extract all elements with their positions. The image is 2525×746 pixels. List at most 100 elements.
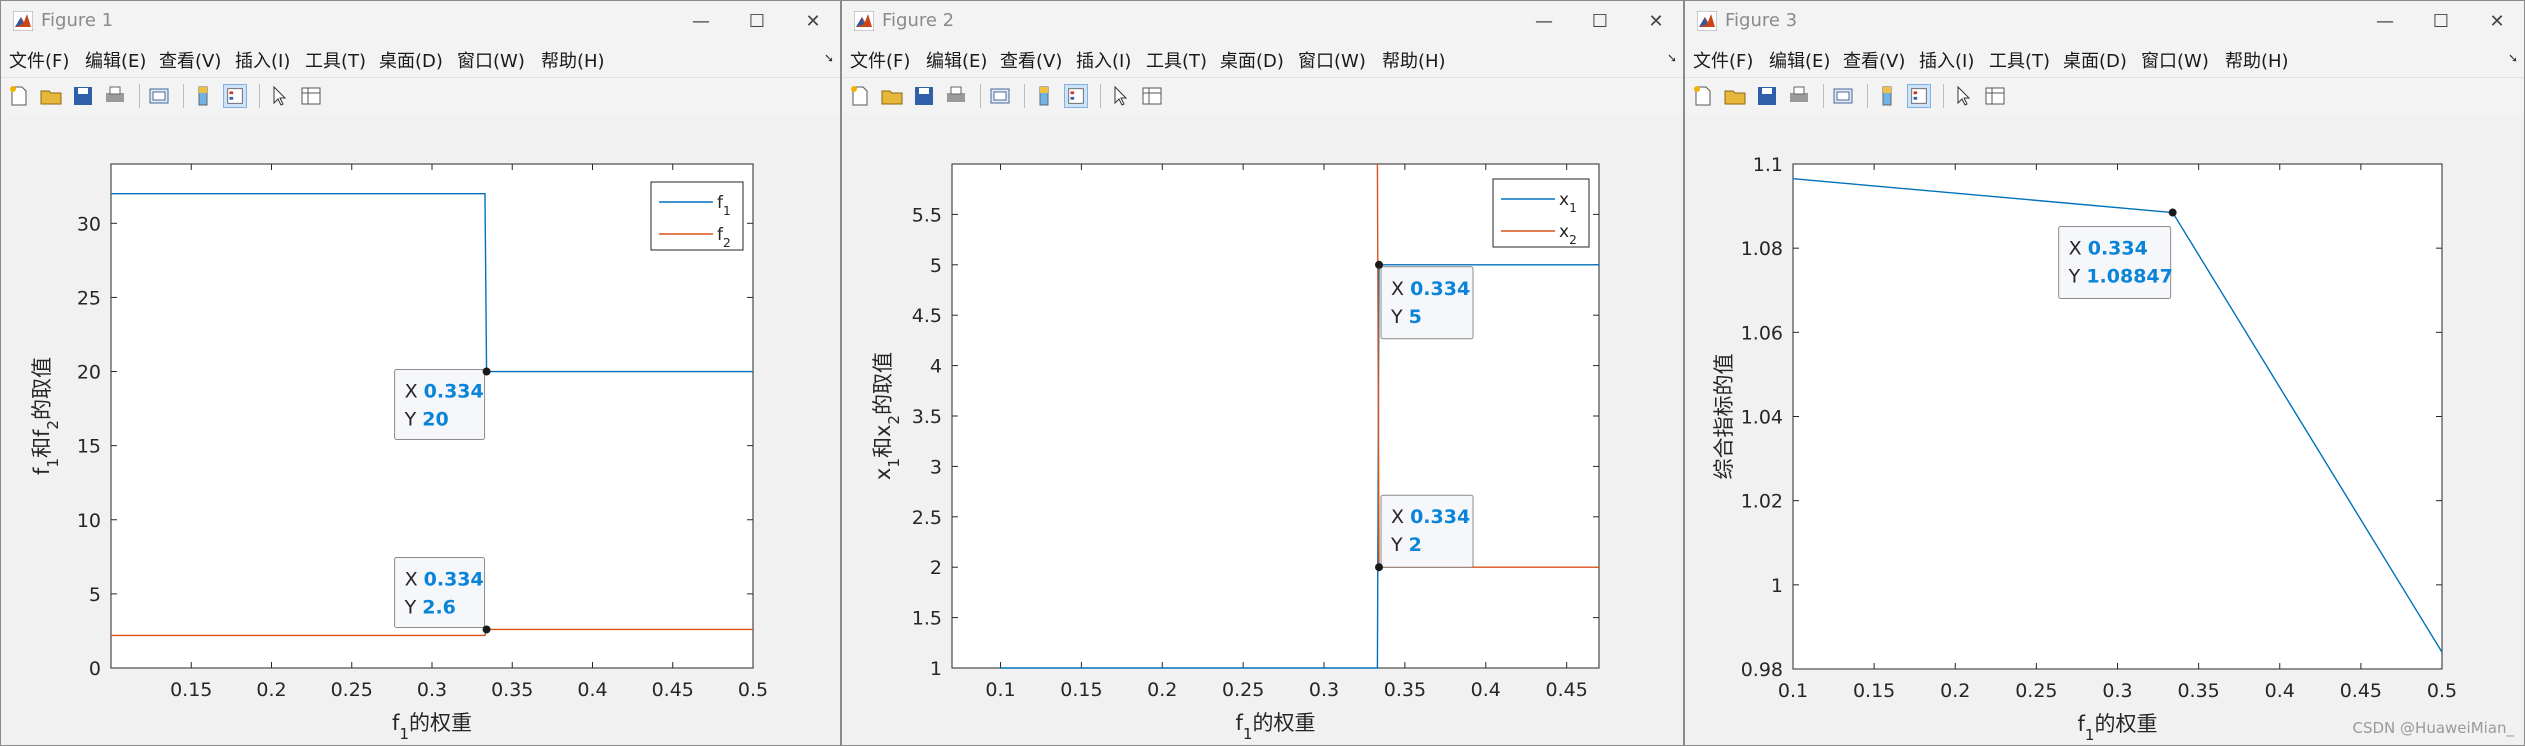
new-figure-icon[interactable]	[7, 84, 31, 108]
title-bar[interactable]: Figure 2 — ☐ ✕	[842, 1, 1683, 41]
menu-desktop[interactable]: 桌面(D)	[379, 47, 443, 73]
title-bar[interactable]: Figure 1 — ☐ ✕	[1, 1, 840, 41]
close-button[interactable]: ✕	[1633, 7, 1679, 37]
menu-insert[interactable]: 插入(I)	[1076, 47, 1131, 73]
property-editor-icon[interactable]	[299, 84, 323, 108]
y-axis-label: x1和x2的取值	[871, 352, 903, 480]
pointer-icon[interactable]	[1108, 84, 1132, 108]
menu-edit[interactable]: 编辑(E)	[1769, 47, 1830, 73]
menu-tools[interactable]: 工具(T)	[1989, 47, 2050, 73]
title-bar[interactable]: Figure 3 — ☐ ✕	[1685, 1, 2524, 41]
print-icon[interactable]	[1787, 84, 1811, 108]
menu-window[interactable]: 窗口(W)	[457, 47, 525, 73]
menu-help[interactable]: 帮助(H)	[541, 47, 605, 73]
property-editor-icon[interactable]	[1140, 84, 1164, 108]
datatip-x: X 0.334	[2069, 238, 2148, 260]
pointer-icon[interactable]	[267, 84, 291, 108]
colorbar-icon[interactable]	[1032, 84, 1056, 108]
menu-edit[interactable]: 编辑(E)	[926, 47, 987, 73]
y-axis-label-text: 综合指标的值	[1712, 354, 1736, 480]
menu-tools[interactable]: 工具(T)	[305, 47, 366, 73]
x-tick-label: 0.2	[256, 679, 286, 701]
menu-view[interactable]: 查看(V)	[1843, 47, 1905, 73]
save-icon[interactable]	[71, 84, 95, 108]
menu-view[interactable]: 查看(V)	[159, 47, 221, 73]
datatip-marker	[482, 625, 491, 634]
menu-insert[interactable]: 插入(I)	[1919, 47, 1974, 73]
legend-icon[interactable]	[1907, 84, 1931, 108]
menu-help[interactable]: 帮助(H)	[1382, 47, 1446, 73]
pointer-icon[interactable]	[1951, 84, 1975, 108]
menu-desktop[interactable]: 桌面(D)	[2063, 47, 2127, 73]
plot-area[interactable]: 0.15 0.2 0.25 0.3 0.35 0.4 0.45 0.5 0 5 10 15 20 25 30…	[1, 114, 841, 746]
y-tick-label: 1.5	[912, 608, 942, 630]
menu-expand-icon[interactable]: ➘	[824, 51, 834, 65]
print-icon[interactable]	[103, 84, 127, 108]
minimize-button[interactable]: —	[2362, 7, 2408, 37]
y-tick-label: 1	[1771, 575, 1783, 597]
close-button[interactable]: ✕	[790, 7, 836, 37]
minimize-button[interactable]: —	[678, 7, 724, 37]
menu-expand-icon[interactable]: ➘	[1667, 51, 1677, 65]
x-axis-label: f1的权重	[2077, 712, 2157, 744]
legend-icon[interactable]	[1064, 84, 1088, 108]
figure-canvas: 0.1 0.15 0.2 0.25 0.3 0.35 0.4 0.45 1 1.5 2 2.5 3 3.5…	[842, 114, 1683, 745]
figure-window-3: Figure 3 — ☐ ✕ 文件(F) 编辑(E) 查看(V) 插入(I) 工…	[1684, 0, 2525, 746]
toolbar-separator	[1823, 84, 1824, 108]
y-tick-label: 25	[77, 287, 101, 309]
x-tick-label: 0.4	[2265, 680, 2295, 702]
y-tick-label: 10	[77, 510, 101, 532]
new-figure-icon[interactable]	[848, 84, 872, 108]
y-tick-label: 1.06	[1741, 322, 1783, 344]
menu-tools[interactable]: 工具(T)	[1146, 47, 1207, 73]
link-plot-icon[interactable]	[1831, 84, 1855, 108]
menu-window[interactable]: 窗口(W)	[1298, 47, 1366, 73]
menu-expand-icon[interactable]: ➘	[2508, 51, 2518, 65]
x-tick-label: 0.25	[2015, 680, 2057, 702]
legend-icon[interactable]	[223, 84, 247, 108]
plot-area[interactable]: 0.1 0.15 0.2 0.25 0.3 0.35 0.4 0.45 0.5 0.98 1 1.02…	[1685, 114, 2525, 746]
menu-file[interactable]: 文件(F)	[1693, 47, 1753, 73]
save-icon[interactable]	[912, 84, 936, 108]
datatip-y: Y 5	[1390, 306, 1422, 328]
toolbar	[842, 77, 1683, 115]
datatip-y: Y 20	[404, 409, 449, 431]
x-tick-label: 0.3	[2102, 680, 2132, 702]
menu-window[interactable]: 窗口(W)	[2141, 47, 2209, 73]
menu-desktop[interactable]: 桌面(D)	[1220, 47, 1284, 73]
new-figure-icon[interactable]	[1691, 84, 1715, 108]
menu-bar: 文件(F) 编辑(E) 查看(V) 插入(I) 工具(T) 桌面(D) 窗口(W…	[1685, 43, 2524, 73]
link-plot-icon[interactable]	[147, 84, 171, 108]
menu-file[interactable]: 文件(F)	[9, 47, 69, 73]
open-file-icon[interactable]	[1723, 84, 1747, 108]
window-title: Figure 2	[882, 10, 955, 31]
colorbar-icon[interactable]	[191, 84, 215, 108]
minimize-button[interactable]: —	[1521, 7, 1567, 37]
menu-view[interactable]: 查看(V)	[1000, 47, 1062, 73]
save-icon[interactable]	[1755, 84, 1779, 108]
open-file-icon[interactable]	[39, 84, 63, 108]
x-tick-label: 0.1	[1778, 680, 1808, 702]
print-icon[interactable]	[944, 84, 968, 108]
open-file-icon[interactable]	[880, 84, 904, 108]
menu-edit[interactable]: 编辑(E)	[85, 47, 146, 73]
property-editor-icon[interactable]	[1983, 84, 2007, 108]
menu-insert[interactable]: 插入(I)	[235, 47, 290, 73]
menu-file[interactable]: 文件(F)	[850, 47, 910, 73]
y-tick-label: 30	[77, 213, 101, 235]
maximize-button[interactable]: ☐	[2418, 7, 2464, 37]
y-axis-label: f1和f2的取值	[30, 357, 62, 475]
y-tick-label: 20	[77, 362, 101, 384]
menu-help[interactable]: 帮助(H)	[2225, 47, 2289, 73]
maximize-button[interactable]: ☐	[1577, 7, 1623, 37]
y-tick-label: 1.04	[1741, 407, 1783, 429]
y-tick-label: 5	[930, 255, 942, 277]
y-tick-label: 1.08	[1741, 238, 1783, 260]
link-plot-icon[interactable]	[988, 84, 1012, 108]
colorbar-icon[interactable]	[1875, 84, 1899, 108]
matlab-logo-icon	[1697, 11, 1717, 31]
maximize-button[interactable]: ☐	[734, 7, 780, 37]
plot-area[interactable]: 0.1 0.15 0.2 0.25 0.3 0.35 0.4 0.45 1 1.5 2 2.5 3 3.5…	[842, 114, 1684, 746]
close-button[interactable]: ✕	[2474, 7, 2520, 37]
menu-bar: 文件(F) 编辑(E) 查看(V) 插入(I) 工具(T) 桌面(D) 窗口(W…	[842, 43, 1683, 73]
